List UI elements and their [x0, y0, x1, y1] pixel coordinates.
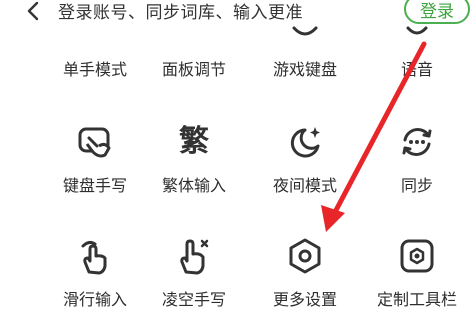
panel-adjust-label: 面板调节 [161, 60, 226, 79]
top-bar: 登录账号、同步词库、输入更准 登录 [0, 0, 475, 28]
air-handwriting-label: 凌空手写 [161, 290, 226, 309]
air-gesture-icon [180, 239, 209, 275]
toolbar-customize-icon [400, 239, 434, 273]
microphone-icon [406, 26, 428, 35]
moon-icon [290, 127, 320, 158]
game-keyboard-icon [292, 26, 318, 36]
custom-toolbar-label: 定制工具栏 [376, 290, 457, 309]
more-settings-label: 更多设置 [272, 290, 337, 309]
back-arrow-icon[interactable] [24, 0, 42, 24]
login-button[interactable]: 登录 [404, 0, 470, 24]
swipe-input-label: 滑行输入 [62, 290, 127, 309]
voice-label: 语音 [400, 60, 433, 79]
keyboard-handwriting-label: 键盘手写 [62, 176, 127, 195]
single-hand-mode-label: 单手模式 [62, 60, 127, 79]
swipe-gesture-icon [81, 240, 107, 275]
handwriting-icon [78, 127, 111, 158]
night-mode-label: 夜间模式 [272, 176, 337, 195]
game-keyboard-label: 游戏键盘 [272, 60, 337, 79]
sync-label: 同步 [400, 176, 433, 195]
traditional-chinese-label: 繁体输入 [161, 176, 226, 195]
sync-icon [402, 128, 432, 156]
traditional-chinese-icon: 繁 [179, 124, 209, 159]
login-promo-text[interactable]: 登录账号、同步词库、输入更准 [58, 0, 303, 23]
hexagon-settings-icon [289, 238, 321, 274]
